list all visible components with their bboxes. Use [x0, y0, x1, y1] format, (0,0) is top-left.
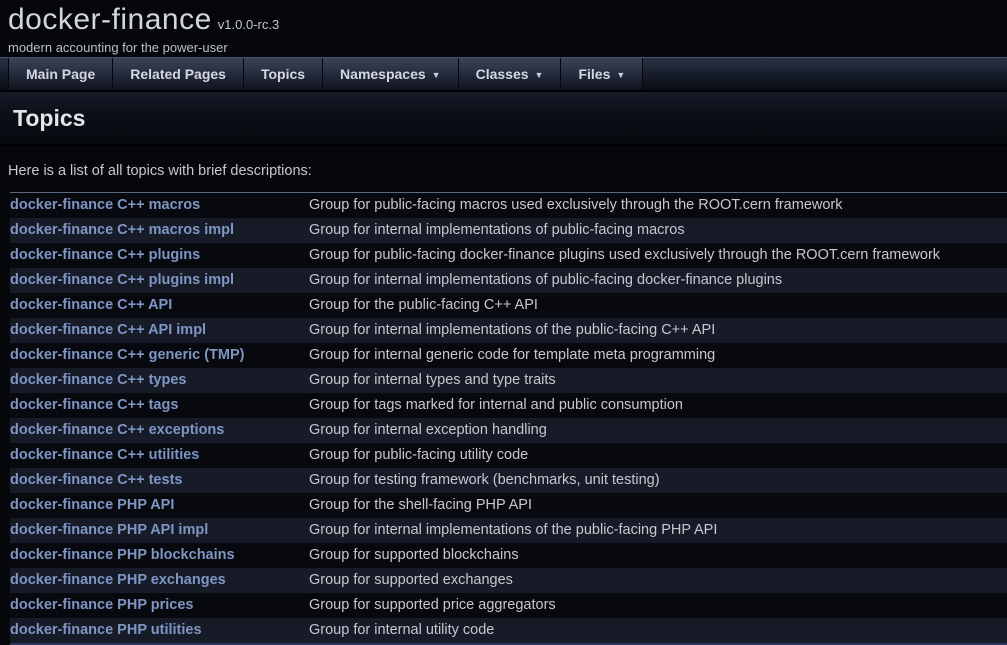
table-row: docker-finance PHP utilities Group for in… — [10, 618, 1007, 643]
tab-label: Namespaces — [340, 66, 426, 82]
tab-label: Main Page — [26, 66, 95, 82]
tab-label: Classes — [476, 66, 529, 82]
topic-link[interactable]: docker-finance PHP API — [10, 497, 174, 513]
topic-entry-cell: docker-finance C++ API impl — [10, 318, 309, 343]
topic-link[interactable]: docker-finance C++ macros — [10, 197, 200, 213]
table-row: docker-finance C++ exceptions Group for i… — [10, 418, 1007, 443]
table-row: docker-finance PHP API impl Group for int… — [10, 518, 1007, 543]
topic-description: Group for the shell-facing PHP API — [309, 493, 1007, 518]
topic-entry-cell: docker-finance C++ types — [10, 368, 309, 393]
tab-files[interactable]: Files ▼ — [561, 58, 643, 90]
topic-entry-cell: docker-finance C++ plugins impl — [10, 268, 309, 293]
topic-link[interactable]: docker-finance C++ exceptions — [10, 422, 224, 438]
intro-text: Here is a list of all topics with brief … — [8, 163, 999, 179]
topic-entry-cell: docker-finance C++ exceptions — [10, 418, 309, 443]
topic-link[interactable]: docker-finance C++ API impl — [10, 322, 206, 338]
topic-entry-cell: docker-finance PHP exchanges — [10, 568, 309, 593]
topic-entry-cell: docker-finance C++ plugins — [10, 243, 309, 268]
topic-description: Group for supported exchanges — [309, 568, 1007, 593]
topic-description: Group for the public-facing C++ API — [309, 293, 1007, 318]
topic-description: Group for public-facing docker-finance p… — [309, 243, 1007, 268]
topic-description: Group for internal implementations of th… — [309, 518, 1007, 543]
topic-description: Group for internal utility code — [309, 618, 1007, 643]
chevron-down-icon: ▼ — [432, 70, 441, 80]
page-title: Topics — [0, 92, 1007, 132]
table-row: docker-finance PHP API Group for the shel… — [10, 493, 1007, 518]
table-row: docker-finance C++ types Group for intern… — [10, 368, 1007, 393]
topic-link[interactable]: docker-finance C++ utilities — [10, 447, 199, 463]
topic-link[interactable]: docker-finance PHP API impl — [10, 522, 208, 538]
topic-link[interactable]: docker-finance C++ API — [10, 297, 172, 313]
topic-link[interactable]: docker-finance C++ plugins — [10, 247, 200, 263]
main-nav: Main Page Related Pages Topics Namespace… — [0, 57, 1007, 90]
topic-description: Group for supported blockchains — [309, 543, 1007, 568]
topic-link[interactable]: docker-finance C++ tags — [10, 397, 178, 413]
title-area: docker-finance v1.0.0-rc.3 modern account… — [0, 0, 1007, 57]
table-row: docker-finance C++ plugins Group for publ… — [10, 243, 1007, 268]
table-row: docker-finance C++ tests Group for testin… — [10, 468, 1007, 493]
topic-link[interactable]: docker-finance PHP utilities — [10, 622, 202, 638]
table-row: docker-finance PHP prices Group for suppo… — [10, 593, 1007, 618]
tab-namespaces[interactable]: Namespaces ▼ — [323, 58, 459, 90]
topic-link[interactable]: docker-finance C++ tests — [10, 472, 182, 488]
table-row: docker-finance C++ API Group for the publ… — [10, 293, 1007, 318]
topic-description: Group for internal implementations of th… — [309, 318, 1007, 343]
topic-entry-cell: docker-finance PHP utilities — [10, 618, 309, 643]
table-row: docker-finance C++ plugins impl Group for… — [10, 268, 1007, 293]
topic-entry-cell: docker-finance C++ API — [10, 293, 309, 318]
topic-link[interactable]: docker-finance C++ plugins impl — [10, 272, 234, 288]
topic-description: Group for supported price aggregators — [309, 593, 1007, 618]
topic-link[interactable]: docker-finance PHP blockchains — [10, 547, 235, 563]
table-row: docker-finance C++ macros Group for publi… — [10, 193, 1007, 219]
chevron-down-icon: ▼ — [535, 70, 544, 80]
topic-link[interactable]: docker-finance PHP exchanges — [10, 572, 226, 588]
project-name: docker-finance — [8, 3, 212, 36]
tab-related-pages[interactable]: Related Pages — [113, 58, 244, 90]
topic-entry-cell: docker-finance PHP API — [10, 493, 309, 518]
tab-topics[interactable]: Topics — [244, 58, 323, 90]
table-row: docker-finance C++ tags Group for tags ma… — [10, 393, 1007, 418]
topic-link[interactable]: docker-finance C++ types — [10, 372, 187, 388]
table-row: docker-finance C++ API impl Group for int… — [10, 318, 1007, 343]
topic-description: Group for testing framework (benchmarks,… — [309, 468, 1007, 493]
topic-link[interactable]: docker-finance PHP prices — [10, 597, 193, 613]
tab-label: Topics — [261, 66, 305, 82]
topic-description: Group for public-facing utility code — [309, 443, 1007, 468]
topic-description: Group for internal types and type traits — [309, 368, 1007, 393]
topic-description: Group for internal generic code for temp… — [309, 343, 1007, 368]
tab-main-page[interactable]: Main Page — [8, 58, 113, 90]
topic-entry-cell: docker-finance C++ macros impl — [10, 218, 309, 243]
table-row: docker-finance C++ utilities Group for pu… — [10, 443, 1007, 468]
topic-entry-cell: docker-finance C++ tags — [10, 393, 309, 418]
tab-label: Files — [578, 66, 610, 82]
topic-description: Group for internal exception handling — [309, 418, 1007, 443]
topic-description: Group for public-facing macros used excl… — [309, 193, 1007, 219]
table-row: docker-finance PHP exchanges Group for su… — [10, 568, 1007, 593]
page-header: Topics — [0, 92, 1007, 146]
topic-description: Group for internal implementations of pu… — [309, 218, 1007, 243]
table-row: docker-finance C++ macros impl Group for … — [10, 218, 1007, 243]
topic-entry-cell: docker-finance PHP blockchains — [10, 543, 309, 568]
topic-entry-cell: docker-finance C++ macros — [10, 193, 309, 219]
project-version: v1.0.0-rc.3 — [218, 17, 279, 32]
topic-description: Group for tags marked for internal and p… — [309, 393, 1007, 418]
table-row: docker-finance PHP blockchains Group for … — [10, 543, 1007, 568]
project-brief: modern accounting for the power-user — [8, 40, 1007, 55]
topic-link[interactable]: docker-finance C++ macros impl — [10, 222, 234, 238]
tab-classes[interactable]: Classes ▼ — [459, 58, 562, 90]
topic-description: Group for internal implementations of pu… — [309, 268, 1007, 293]
topic-entry-cell: docker-finance C++ utilities — [10, 443, 309, 468]
topic-entry-cell: docker-finance PHP API impl — [10, 518, 309, 543]
topic-entry-cell: docker-finance PHP prices — [10, 593, 309, 618]
tab-list: Main Page Related Pages Topics Namespace… — [0, 58, 1007, 90]
tab-label: Related Pages — [130, 66, 226, 82]
contents: Here is a list of all topics with brief … — [0, 163, 1007, 645]
topic-entry-cell: docker-finance C++ generic (TMP) — [10, 343, 309, 368]
topics-table: docker-finance C++ macros Group for publi… — [10, 192, 1007, 643]
topic-link[interactable]: docker-finance C++ generic (TMP) — [10, 347, 244, 363]
table-row: docker-finance C++ generic (TMP) Group fo… — [10, 343, 1007, 368]
chevron-down-icon: ▼ — [616, 70, 625, 80]
topic-entry-cell: docker-finance C++ tests — [10, 468, 309, 493]
